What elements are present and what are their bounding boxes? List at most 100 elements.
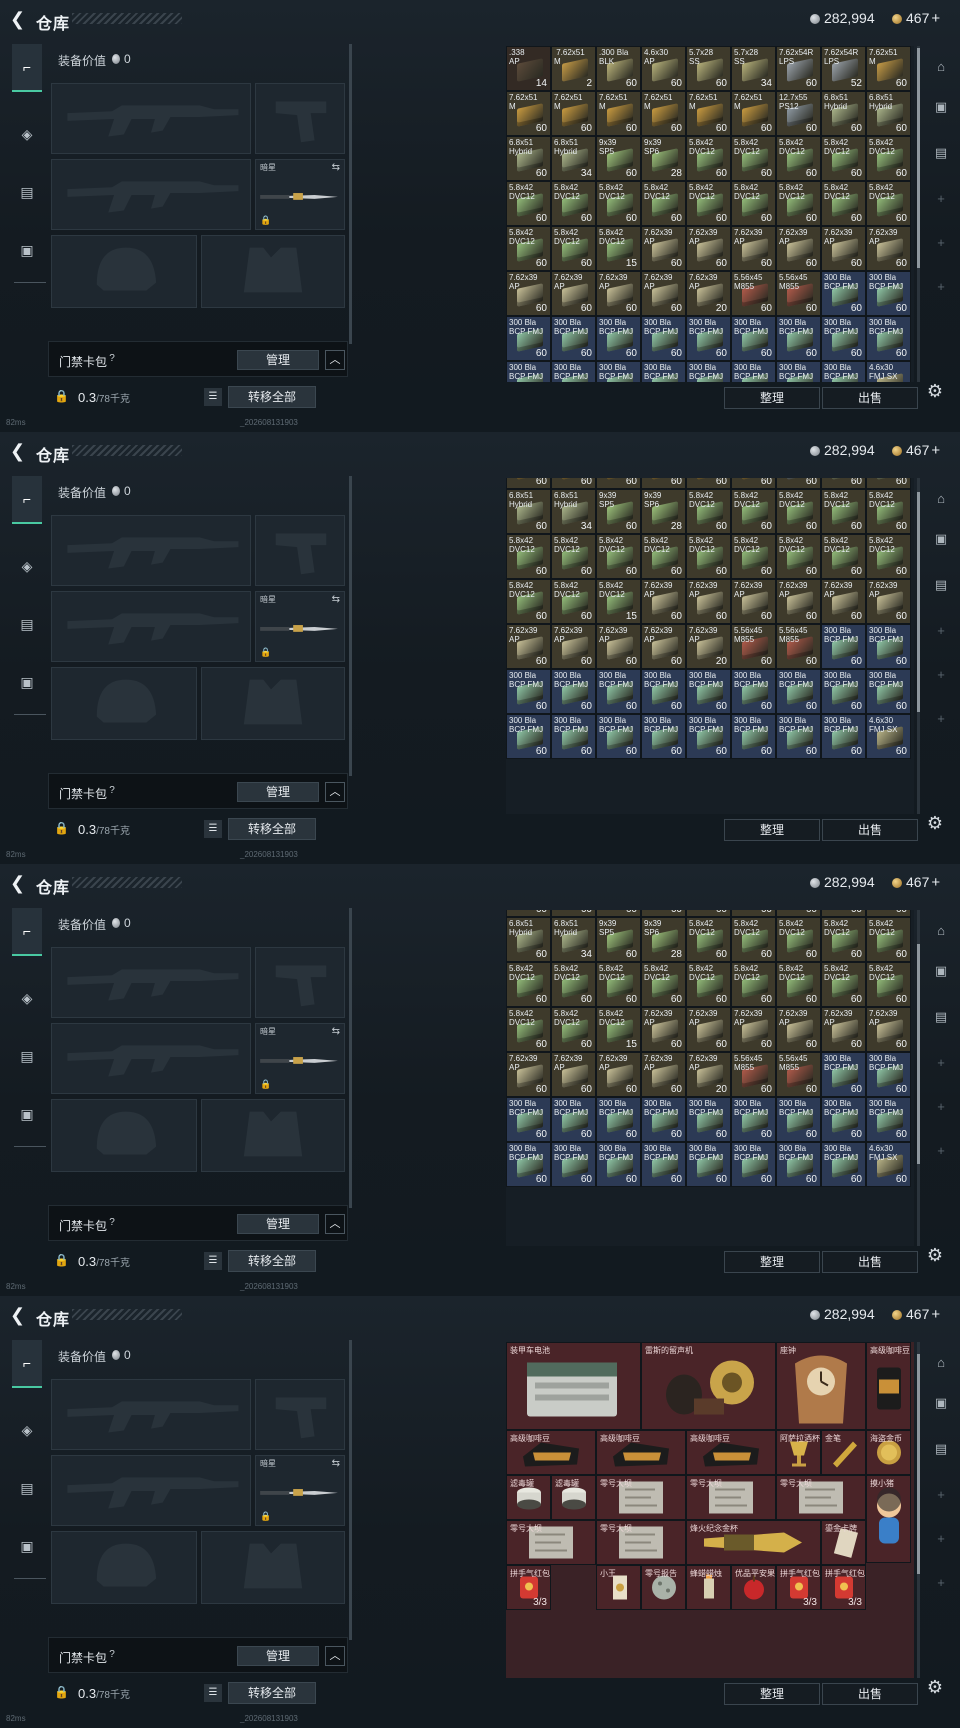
- stash-icon[interactable]: ⌂: [930, 920, 952, 942]
- ammo-cell[interactable]: 7.62x51 M60: [551, 910, 596, 917]
- add-currency-icon[interactable]: +: [931, 442, 940, 459]
- left-scrollbar[interactable]: [349, 1340, 352, 1640]
- secondary-weapon-slot[interactable]: [51, 1023, 251, 1094]
- ammo-cell[interactable]: 4.6x30 FMJ SX60: [866, 361, 911, 382]
- settings-gear-icon[interactable]: ⚙: [924, 1244, 946, 1266]
- stash-icon[interactable]: ⌂: [930, 56, 952, 78]
- tab-gun[interactable]: ⌐: [12, 44, 42, 92]
- settings-gear-icon[interactable]: ⚙: [924, 380, 946, 402]
- list-icon[interactable]: ☰: [204, 1252, 222, 1270]
- ammo-cell[interactable]: 300 Bla BCP FMJ60: [506, 361, 551, 382]
- stash-icon[interactable]: ⌂: [930, 1352, 952, 1374]
- tab-armor[interactable]: ◈: [12, 110, 42, 158]
- ammo-cell[interactable]: 5.8x42 DVC12 15: [596, 1007, 641, 1052]
- transfer-all-button[interactable]: 转移全部: [228, 1250, 316, 1272]
- gold-balance[interactable]: 467 +: [892, 10, 940, 28]
- ammo-cell[interactable]: 7.62x51 M60: [506, 910, 551, 917]
- back-arrow-icon[interactable]: ❮: [10, 442, 26, 460]
- ammo-cell[interactable]: 300 Bla BCP FMJ60: [686, 1097, 731, 1142]
- chevron-up-icon[interactable]: ︿: [325, 1646, 345, 1666]
- ammo-cell[interactable]: 300 Bla BCP FMJ60: [821, 1097, 866, 1142]
- transfer-all-button[interactable]: 转移全部: [228, 386, 316, 408]
- ammo-cell[interactable]: 6.8x51 Hybrid60: [866, 478, 911, 489]
- ammo-cell[interactable]: 9x39 SP5 60: [596, 917, 641, 962]
- melee-slot[interactable]: 暗星 ⇆ 🔒: [255, 159, 345, 230]
- swap-icon[interactable]: ⇆: [332, 1026, 340, 1037]
- loot-cell[interactable]: 小王: [596, 1565, 641, 1610]
- ammo-cell[interactable]: 6.8x51 Hybrid60: [866, 91, 911, 136]
- loot-cell[interactable]: 高级咖啡豆: [686, 1430, 776, 1475]
- loot-cell[interactable]: 高级咖啡豆: [596, 1430, 686, 1475]
- ammo-cell[interactable]: 7.62x39 AP 60: [776, 226, 821, 271]
- tv-alt-icon[interactable]: ▤: [930, 1438, 952, 1460]
- helmet-slot[interactable]: [51, 1531, 197, 1604]
- add-currency-icon[interactable]: +: [931, 874, 940, 891]
- ammo-cell[interactable]: 300 Bla BCP FMJ60: [551, 669, 596, 714]
- ammo-cell[interactable]: 5.8x42 DVC12 60: [731, 181, 776, 226]
- ammo-cell[interactable]: 5.8x42 DVC12 60: [821, 181, 866, 226]
- ammo-cell[interactable]: 300 Bla BCP FMJ60: [641, 1142, 686, 1187]
- manage-button[interactable]: 管理: [237, 350, 319, 370]
- tab-briefcase[interactable]: ▣: [12, 226, 42, 274]
- loot-cell[interactable]: 零号大坝: [596, 1520, 686, 1565]
- ammo-cell[interactable]: 7.62x39 AP 60: [731, 579, 776, 624]
- left-scrollbar[interactable]: [349, 476, 352, 776]
- pistol-slot[interactable]: [255, 83, 345, 154]
- sort-button[interactable]: 整理: [724, 1251, 820, 1273]
- loot-cell[interactable]: 高级咖啡豆: [866, 1342, 911, 1430]
- secondary-weapon-slot[interactable]: [51, 159, 251, 230]
- ammo-cell[interactable]: 6.8x51 Hybrid 34: [551, 489, 596, 534]
- tab-clipboard[interactable]: ▤: [12, 1032, 42, 1080]
- ammo-cell[interactable]: .338 AP 14: [506, 46, 551, 91]
- ammo-cell[interactable]: 6.8x51 Hybrid60: [506, 917, 551, 962]
- ammo-cell[interactable]: 5.56x45 M855 60: [776, 271, 821, 316]
- ammo-cell[interactable]: 300 Bla BCP FMJ60: [551, 1142, 596, 1187]
- ammo-cell[interactable]: 12.7x55 PS1260: [776, 910, 821, 917]
- ammo-cell[interactable]: 9x39 SP5 60: [596, 489, 641, 534]
- sell-button[interactable]: 出售: [822, 387, 918, 409]
- ammo-cell[interactable]: 7.62x39 AP 20: [686, 624, 731, 669]
- ammo-cell[interactable]: 300 Bla BCP FMJ60: [866, 624, 911, 669]
- armor-slot[interactable]: [201, 1099, 345, 1172]
- ammo-cell[interactable]: 7.62x51 M60: [866, 46, 911, 91]
- add-icon[interactable]: +: [930, 1572, 952, 1594]
- ammo-cell[interactable]: 7.62x51 M60: [506, 478, 551, 489]
- ammo-cell[interactable]: 6.8x51 Hybrid60: [506, 136, 551, 181]
- ammo-cell[interactable]: 300 Bla BCP FMJ60: [731, 714, 776, 759]
- ammo-cell[interactable]: 5.8x42 DVC12 60: [506, 534, 551, 579]
- ammo-cell[interactable]: 300 Bla BCP FMJ60: [821, 271, 866, 316]
- primary-weapon-slot[interactable]: [51, 515, 251, 586]
- ammo-cell[interactable]: 5.8x42 DVC12 60: [776, 136, 821, 181]
- ammo-cell[interactable]: 5.8x42 DVC12 60: [506, 1007, 551, 1052]
- ammo-cell[interactable]: 6.8x51 Hybrid 34: [551, 917, 596, 962]
- gold-balance[interactable]: 467 +: [892, 1306, 940, 1324]
- ammo-cell[interactable]: 5.8x42 DVC12 60: [821, 489, 866, 534]
- ammo-cell[interactable]: 300 Bla BCP FMJ60: [866, 1097, 911, 1142]
- ammo-cell[interactable]: 5.8x42 DVC12 60: [551, 181, 596, 226]
- loot-cell[interactable]: 零号大坝: [506, 1520, 596, 1565]
- manage-button[interactable]: 管理: [237, 782, 319, 802]
- transfer-all-button[interactable]: 转移全部: [228, 1682, 316, 1704]
- back-arrow-icon[interactable]: ❮: [10, 10, 26, 28]
- add-icon[interactable]: +: [930, 1140, 952, 1162]
- loot-cell[interactable]: 滤毒罐: [506, 1475, 551, 1520]
- ammo-cell[interactable]: 300 Bla BCP FMJ60: [506, 1097, 551, 1142]
- ammo-cell[interactable]: 5.8x42 DVC12 60: [731, 917, 776, 962]
- ammo-cell[interactable]: 300 Bla BCP FMJ60: [821, 669, 866, 714]
- ammo-cell[interactable]: 300 Bla BCP FMJ60: [821, 1052, 866, 1097]
- add-icon[interactable]: +: [930, 708, 952, 730]
- add-currency-icon[interactable]: +: [931, 1306, 940, 1323]
- ammo-cell[interactable]: 5.8x42 DVC12 60: [731, 136, 776, 181]
- right-scrollbar-thumb[interactable]: [917, 492, 920, 712]
- ammo-cell[interactable]: 7.62x39 AP 60: [731, 1007, 776, 1052]
- ammo-cell[interactable]: 12.7x55 PS1260: [776, 91, 821, 136]
- ammo-cell[interactable]: 5.8x42 DVC12 60: [731, 489, 776, 534]
- ammo-cell[interactable]: 7.62x39 AP 60: [641, 1052, 686, 1097]
- ammo-cell[interactable]: 7.62x51 M60: [596, 91, 641, 136]
- ammo-cell[interactable]: 5.56x45 M855 60: [776, 1052, 821, 1097]
- loot-cell[interactable]: 零号大坝: [776, 1475, 866, 1520]
- ammo-cell[interactable]: 7.62x51 M60: [596, 910, 641, 917]
- gold-balance[interactable]: 467 +: [892, 874, 940, 892]
- tv-icon[interactable]: ▣: [930, 96, 952, 118]
- ammo-cell[interactable]: 300 Bla BCP FMJ60: [776, 1142, 821, 1187]
